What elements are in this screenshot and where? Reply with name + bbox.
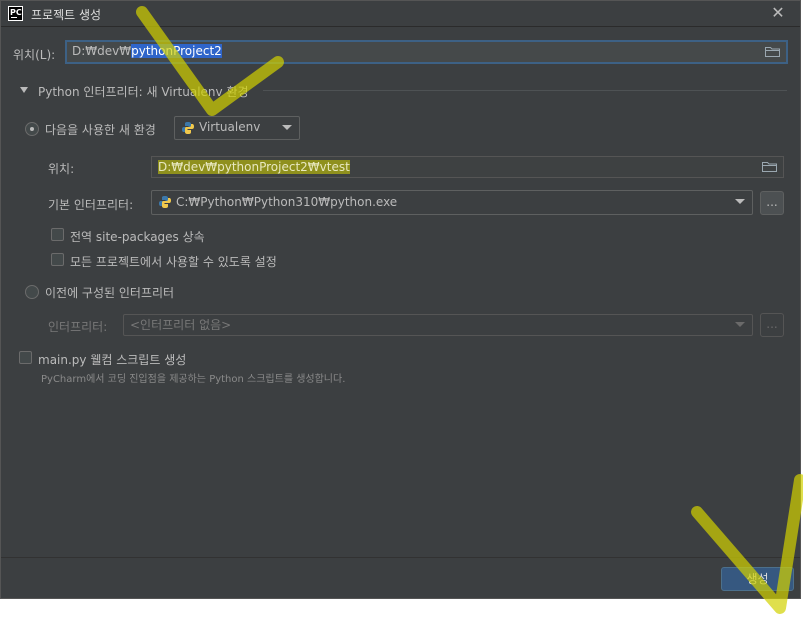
welcome-script-checkbox[interactable] <box>19 351 32 364</box>
title-bar: PC 프로젝트 생성 ✕ <box>1 1 800 27</box>
pycharm-icon: PC <box>8 6 23 21</box>
make-available-checkbox[interactable] <box>51 253 64 266</box>
base-interpreter-label: 기본 인터프리터: <box>48 198 134 212</box>
interpreter-browse-button[interactable]: ... <box>760 313 784 337</box>
create-project-dialog: PC 프로젝트 생성 ✕ 위치(L): D:₩dev₩pythonProject… <box>0 0 801 599</box>
location-path-prefix: D:₩dev₩ <box>72 44 132 58</box>
interpreter-select[interactable]: <인터프리터 없음> <box>123 314 753 336</box>
environment-type-value: Virtualenv <box>199 120 261 134</box>
location-path-selected: pythonProject2 <box>131 44 222 58</box>
folder-icon[interactable] <box>765 46 780 57</box>
dialog-title: 프로젝트 생성 <box>31 8 102 22</box>
chevron-down-icon <box>735 199 745 204</box>
venv-location-label: 위치: <box>48 162 75 176</box>
interpreter-value: <인터프리터 없음> <box>130 318 232 332</box>
make-available-label: 모든 프로젝트에서 사용할 수 있도록 설정 <box>70 255 277 269</box>
section-divider <box>263 90 787 91</box>
create-button[interactable]: 생성 <box>721 567 794 591</box>
environment-type-select[interactable]: Virtualenv <box>174 116 300 140</box>
existing-interpreter-radio[interactable] <box>25 285 39 299</box>
base-interpreter-value: C:₩Python₩Python310₩python.exe <box>176 195 398 209</box>
location-input[interactable]: D:₩dev₩pythonProject2 <box>65 40 788 64</box>
inherit-site-packages-label: 전역 site-packages 상속 <box>70 230 205 244</box>
chevron-down-icon <box>735 322 745 327</box>
welcome-script-hint: PyCharm에서 코딩 진입점을 제공하는 Python 스크립트를 생성합니… <box>41 374 346 385</box>
new-environment-radio[interactable] <box>25 122 39 136</box>
base-interpreter-browse-button[interactable]: ... <box>760 191 784 215</box>
inherit-site-packages-checkbox[interactable] <box>51 228 64 241</box>
venv-location-value: D:₩dev₩pythonProject2₩vtest <box>158 160 350 174</box>
chevron-down-icon <box>282 125 292 130</box>
existing-interpreter-label: 이전에 구성된 인터프리터 <box>45 286 175 300</box>
triangle-down-icon[interactable] <box>20 87 28 93</box>
interpreter-section-title[interactable]: Python 인터프리터: 새 Virtualenv 환경 <box>38 83 249 100</box>
close-icon[interactable]: ✕ <box>770 4 786 22</box>
footer-divider <box>1 557 800 558</box>
folder-icon[interactable] <box>762 161 777 172</box>
new-environment-label: 다음을 사용한 새 환경 <box>45 123 156 137</box>
venv-location-input[interactable]: D:₩dev₩pythonProject2₩vtest <box>151 156 784 178</box>
python-icon <box>182 122 194 134</box>
welcome-script-label: main.py 웰컴 스크립트 생성 <box>38 353 187 367</box>
location-label: 위치(L): <box>13 48 56 62</box>
python-icon <box>159 196 171 208</box>
interpreter-label: 인터프리터: <box>48 320 108 334</box>
base-interpreter-select[interactable]: C:₩Python₩Python310₩python.exe <box>151 190 753 215</box>
